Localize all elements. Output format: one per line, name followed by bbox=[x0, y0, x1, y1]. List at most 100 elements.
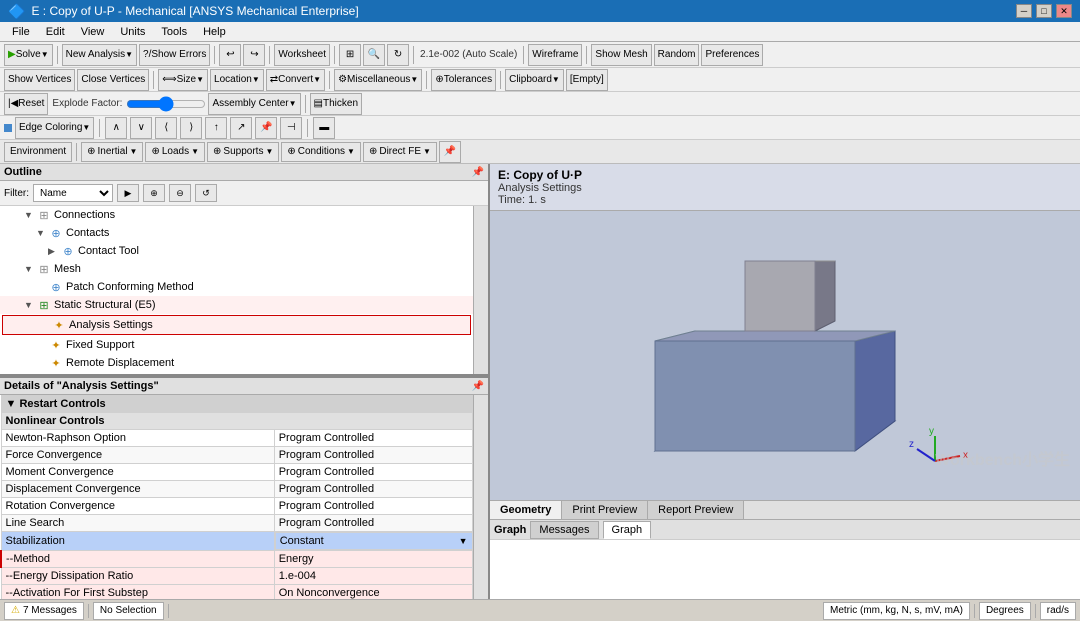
edge-tool-5[interactable]: ↑ bbox=[205, 117, 227, 139]
line-search-value[interactable]: Program Controlled bbox=[274, 515, 472, 532]
tree-item-remote-displacement[interactable]: ✦ Remote Displacement bbox=[0, 354, 473, 372]
show-errors-button[interactable]: ?/Show Errors bbox=[139, 44, 210, 66]
tree-item-analysis-settings[interactable]: ✦ Analysis Settings bbox=[2, 315, 471, 335]
undo-button[interactable]: ↩ bbox=[219, 44, 241, 66]
disp-conv-value[interactable]: Program Controlled bbox=[274, 481, 472, 498]
reset-button[interactable]: |◀ Reset bbox=[4, 93, 48, 115]
tab-print-preview[interactable]: Print Preview bbox=[562, 501, 648, 519]
thicken-tool[interactable]: ▬ bbox=[313, 117, 335, 139]
row-force-convergence[interactable]: Force Convergence Program Controlled bbox=[1, 447, 473, 464]
expand-icon[interactable]: ▼ bbox=[24, 264, 36, 274]
newton-value[interactable]: Program Controlled bbox=[274, 430, 472, 447]
explode-slider[interactable] bbox=[126, 97, 206, 111]
miscellaneous-button[interactable]: ⚙ Miscellaneous ▼ bbox=[334, 69, 422, 91]
random-button[interactable]: Random bbox=[654, 44, 700, 66]
method-value[interactable]: Energy bbox=[274, 551, 472, 568]
tab-graph[interactable]: Graph bbox=[603, 521, 652, 539]
menu-tools[interactable]: Tools bbox=[153, 24, 195, 40]
tree-item-contacts[interactable]: ▼ ⊕ Contacts bbox=[0, 224, 473, 242]
inertial-button[interactable]: ⊕ Inertial ▼ bbox=[81, 142, 143, 162]
menu-edit[interactable]: Edit bbox=[38, 24, 73, 40]
edge-tool-2[interactable]: ∨ bbox=[130, 117, 152, 139]
force-conv-value[interactable]: Program Controlled bbox=[274, 447, 472, 464]
row-line-search[interactable]: Line Search Program Controlled bbox=[1, 515, 473, 532]
edge-tool-1[interactable]: ∧ bbox=[105, 117, 127, 139]
viewport-3d-area[interactable]: x y z Workbench小学生 bbox=[490, 211, 1080, 500]
menu-units[interactable]: Units bbox=[112, 24, 153, 40]
expand-icon[interactable]: ▼ bbox=[24, 210, 36, 220]
activation-value[interactable]: On Nonconvergence bbox=[274, 585, 472, 600]
new-analysis-button[interactable]: New Analysis ▼ bbox=[62, 44, 137, 66]
outline-scrollbar[interactable] bbox=[473, 206, 488, 374]
rot-conv-value[interactable]: Program Controlled bbox=[274, 498, 472, 515]
preferences-button[interactable]: Preferences bbox=[701, 44, 763, 66]
thicken-button[interactable]: ▤ Thicken bbox=[310, 93, 362, 115]
env-pin-button[interactable]: 📌 bbox=[439, 141, 461, 163]
stabilization-value[interactable]: Constant ▼ bbox=[275, 532, 473, 550]
tab-messages[interactable]: Messages bbox=[530, 521, 598, 539]
solve-button[interactable]: ▶ Solve ▼ bbox=[4, 44, 53, 66]
filter-collapse-button[interactable]: ⊖ bbox=[169, 184, 191, 202]
tree-item-patch-conforming[interactable]: ⊕ Patch Conforming Method bbox=[0, 278, 473, 296]
edge-coloring-dropdown[interactable]: Edge Coloring ▼ bbox=[15, 117, 94, 139]
maximize-button[interactable]: □ bbox=[1036, 4, 1052, 18]
redo-button[interactable]: ↪ bbox=[243, 44, 265, 66]
expand-icon[interactable]: ▶ bbox=[48, 246, 60, 257]
filter-reset-button[interactable]: ↺ bbox=[195, 184, 217, 202]
minimize-button[interactable]: ─ bbox=[1016, 4, 1032, 18]
edge-tool-stop[interactable]: ⊣ bbox=[280, 117, 302, 139]
location-button[interactable]: Location ▼ bbox=[210, 69, 264, 91]
tree-item-fixed-support[interactable]: ✦ Fixed Support bbox=[0, 336, 473, 354]
tab-geometry[interactable]: Geometry bbox=[490, 501, 562, 519]
tree-item-connections[interactable]: ▼ ⊞ Connections bbox=[0, 206, 473, 224]
clipboard-empty-button[interactable]: [Empty] bbox=[566, 69, 608, 91]
wireframe-button[interactable]: Wireframe bbox=[528, 44, 582, 66]
tree-item-contact-tool[interactable]: ▶ ⊕ Contact Tool bbox=[0, 242, 473, 260]
row-displacement-convergence[interactable]: Displacement Convergence Program Control… bbox=[1, 481, 473, 498]
row-method[interactable]: --Method Energy bbox=[1, 551, 473, 568]
assembly-center-dropdown[interactable]: Assembly Center ▼ bbox=[208, 93, 300, 115]
expand-icon[interactable]: ▼ bbox=[36, 228, 48, 238]
convert-button[interactable]: ⇄ Convert ▼ bbox=[266, 69, 325, 91]
size-button[interactable]: ⟺ Size ▼ bbox=[158, 69, 208, 91]
direct-fe-button[interactable]: ⊕ Direct FE ▼ bbox=[363, 142, 437, 162]
stabilization-dropdown-arrow[interactable]: ▼ bbox=[459, 536, 468, 546]
edge-tool-6[interactable]: ↗ bbox=[230, 117, 252, 139]
menu-help[interactable]: Help bbox=[195, 24, 234, 40]
supports-button[interactable]: ⊕ Supports ▼ bbox=[207, 142, 279, 162]
energy-value[interactable]: 1.e-004 bbox=[274, 568, 472, 585]
tree-item-mesh[interactable]: ▼ ⊞ Mesh bbox=[0, 260, 473, 278]
filter-apply-button[interactable]: ▶ bbox=[117, 184, 139, 202]
row-rotation-convergence[interactable]: Rotation Convergence Program Controlled bbox=[1, 498, 473, 515]
clipboard-button[interactable]: Clipboard ▼ bbox=[505, 69, 564, 91]
environment-button[interactable]: Environment bbox=[4, 142, 72, 162]
row-activation[interactable]: --Activation For First Substep On Noncon… bbox=[1, 585, 473, 600]
edge-tool-4[interactable]: ⟩ bbox=[180, 117, 202, 139]
worksheet-button[interactable]: Worksheet bbox=[274, 44, 330, 66]
close-button[interactable]: ✕ bbox=[1056, 4, 1072, 18]
select-mode-button[interactable]: ⊞ bbox=[339, 44, 361, 66]
row-stabilization[interactable]: Stabilization Constant ▼ bbox=[1, 532, 473, 551]
menu-view[interactable]: View bbox=[73, 24, 113, 40]
filter-dropdown[interactable]: Name bbox=[33, 184, 113, 202]
moment-conv-value[interactable]: Program Controlled bbox=[274, 464, 472, 481]
edge-tool-pin[interactable]: 📌 bbox=[255, 117, 277, 139]
row-energy-dissipation[interactable]: --Energy Dissipation Ratio 1.e-004 bbox=[1, 568, 473, 585]
menu-file[interactable]: File bbox=[4, 24, 38, 40]
show-mesh-button[interactable]: Show Mesh bbox=[591, 44, 651, 66]
outline-scroll[interactable]: ▼ ⊞ Connections ▼ ⊕ Contacts bbox=[0, 206, 473, 374]
zoom-button[interactable]: 🔍 bbox=[363, 44, 385, 66]
details-scrollbar[interactable] bbox=[473, 395, 488, 599]
row-newton-raphson[interactable]: Newton-Raphson Option Program Controlled bbox=[1, 430, 473, 447]
details-body[interactable]: ▼ Restart Controls Nonlinear Controls Ne… bbox=[0, 395, 473, 599]
loads-button[interactable]: ⊕ Loads ▼ bbox=[145, 142, 205, 162]
show-vertices-button[interactable]: Show Vertices bbox=[4, 69, 75, 91]
conditions-button[interactable]: ⊕ Conditions ▼ bbox=[281, 142, 361, 162]
close-vertices-button[interactable]: Close Vertices bbox=[77, 69, 149, 91]
filter-expand-button[interactable]: ⊕ bbox=[143, 184, 165, 202]
row-moment-convergence[interactable]: Moment Convergence Program Controlled bbox=[1, 464, 473, 481]
tolerances-button[interactable]: ⊕ Tolerances bbox=[431, 69, 496, 91]
edge-tool-3[interactable]: ⟨ bbox=[155, 117, 177, 139]
expand-icon[interactable]: ▼ bbox=[24, 300, 36, 310]
rotate-button[interactable]: ↻ bbox=[387, 44, 409, 66]
